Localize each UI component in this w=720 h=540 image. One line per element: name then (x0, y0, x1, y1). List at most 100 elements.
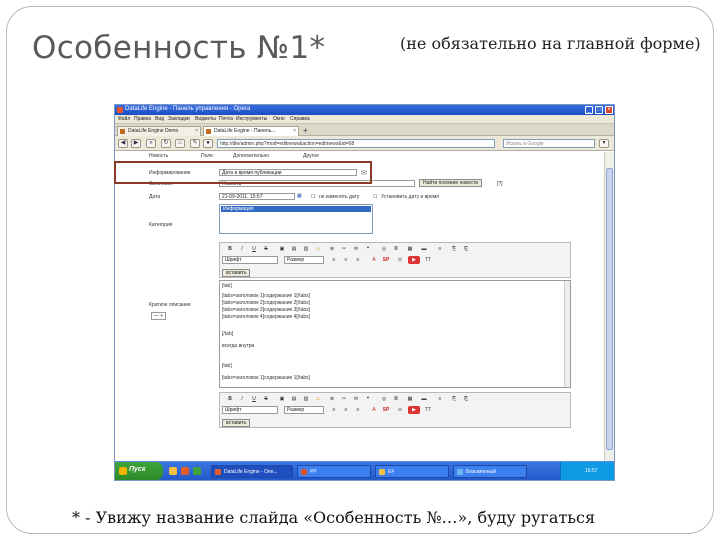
menu-view[interactable]: Вид (155, 116, 164, 122)
menu-mail[interactable]: Почта (219, 116, 233, 122)
set-date-checkbox[interactable]: ☐ (373, 194, 377, 200)
translit-icon[interactable]: ⎘ (450, 395, 458, 403)
date-input[interactable]: 21-09-2011, 15:57 (219, 193, 295, 200)
back-icon[interactable]: ◀ (118, 139, 128, 148)
maximize-icon[interactable]: □ (595, 106, 603, 114)
code-icon[interactable]: ≣ (392, 395, 400, 403)
link-icon[interactable]: ⊕ (328, 245, 336, 253)
menu-file[interactable]: Файл (118, 116, 130, 122)
hide-icon[interactable]: ▬ (420, 245, 428, 253)
align-center-icon[interactable]: ≡ (342, 256, 350, 264)
underline-icon[interactable]: U (250, 245, 258, 253)
font-select[interactable]: Шрифт (222, 256, 278, 264)
insert-button[interactable]: вставить (222, 269, 251, 277)
forward-icon[interactable]: ▶ (131, 139, 141, 148)
fast-forward-icon[interactable]: » (146, 139, 156, 148)
youtube-icon[interactable]: ▶ (408, 406, 420, 414)
start-button[interactable]: Пуск (115, 462, 163, 480)
typograf-icon[interactable]: TT (424, 256, 432, 264)
spoiler-icon[interactable]: ◎ (380, 245, 388, 253)
menu-widgets[interactable]: Виджеты (195, 116, 216, 122)
code-icon[interactable]: ≣ (392, 245, 400, 253)
menu-edit[interactable]: Правка (134, 116, 151, 122)
tab-dle-admin[interactable]: DataLife Engine - Панель... × (203, 126, 299, 136)
find-similar-button[interactable]: Найти похожие новости (419, 179, 483, 187)
tab-dle-demo[interactable]: DataLife Engine Demo × (117, 126, 201, 136)
email-icon[interactable]: ✉ (352, 245, 360, 253)
color-icon[interactable]: A (370, 406, 378, 414)
scrollbar-thumb[interactable] (606, 168, 613, 450)
taskbar-item-pp[interactable]: PP (297, 465, 371, 478)
italic-icon[interactable]: I (238, 395, 246, 403)
list-icon[interactable]: ≡ (436, 395, 444, 403)
tab-close-icon[interactable]: × (293, 128, 296, 134)
smiley-icon[interactable]: ☺ (314, 245, 322, 253)
tray-clock[interactable]: 15:57 (585, 468, 598, 474)
menu-tools[interactable]: Инструменты (236, 116, 267, 122)
strike-icon[interactable]: S (262, 395, 270, 403)
date-picker-icon[interactable]: ▦ (297, 193, 302, 199)
quicklaunch-icon[interactable] (193, 467, 201, 475)
underline-icon[interactable]: U (250, 395, 258, 403)
taskbar-item-ef[interactable]: EF (375, 465, 449, 478)
size-select[interactable]: Размер (284, 406, 324, 414)
sub-tab-field[interactable]: Поле (201, 153, 213, 159)
page-break-icon[interactable]: ⎗ (462, 245, 470, 253)
sub-tab-other[interactable]: Другое (303, 153, 319, 159)
color-icon[interactable]: A (370, 256, 378, 264)
bold-icon[interactable]: B (226, 245, 234, 253)
spoiler-icon[interactable]: ◎ (380, 395, 388, 403)
video-icon[interactable]: ▥ (302, 245, 310, 253)
list-icon[interactable]: ≡ (436, 245, 444, 253)
new-tab-icon[interactable]: + (303, 126, 308, 135)
category-list[interactable]: Информация (219, 204, 373, 234)
minimize-icon[interactable]: _ (585, 106, 593, 114)
spellcheck-icon[interactable]: SP (382, 256, 390, 264)
help-icon[interactable]: [?] (497, 181, 503, 187)
spellcheck-icon[interactable]: SP (382, 406, 390, 414)
dropdown-icon[interactable]: ▾ (599, 139, 609, 148)
menu-bookmarks[interactable]: Закладки (168, 116, 190, 122)
bold-icon[interactable]: B (226, 395, 234, 403)
quicklaunch-icon[interactable] (181, 467, 189, 475)
sub-tab-news[interactable]: Новость (149, 153, 168, 159)
page-scrollbar[interactable] (604, 152, 614, 463)
align-right-icon[interactable]: ≡ (354, 256, 362, 264)
unlink-icon[interactable]: ✂ (340, 245, 348, 253)
quote-icon[interactable]: ❝ (364, 395, 372, 403)
page-break-icon[interactable]: ⎗ (462, 395, 470, 403)
quicklaunch-icon[interactable] (169, 467, 177, 475)
home-icon[interactable]: ⌂ (175, 139, 185, 148)
target-icon[interactable]: ⊙ (396, 256, 404, 264)
link-icon[interactable]: ⊕ (328, 395, 336, 403)
keep-date-checkbox[interactable]: ☐ (311, 194, 315, 200)
align-left-icon[interactable]: ≡ (330, 406, 338, 414)
search-input[interactable]: Искать в Google (503, 139, 595, 148)
italic-icon[interactable]: I (238, 245, 246, 253)
tab-close-icon[interactable]: × (195, 128, 198, 134)
close-icon[interactable]: × (605, 106, 613, 114)
align-right-icon[interactable]: ≡ (354, 406, 362, 414)
strike-icon[interactable]: S (262, 245, 270, 253)
reload-icon[interactable]: ↻ (161, 139, 171, 148)
video-icon[interactable]: ▥ (302, 395, 310, 403)
taskbar-item-opera[interactable]: DataLife Engine - Опе... (211, 465, 293, 478)
category-option[interactable]: Информация (221, 206, 371, 212)
media-icon[interactable]: ▤ (290, 395, 298, 403)
textarea-scrollbar[interactable] (564, 281, 570, 387)
translit-icon[interactable]: ⎘ (450, 245, 458, 253)
youtube-icon[interactable]: ▶ (408, 256, 420, 264)
font-select[interactable]: Шрифт (222, 406, 278, 414)
hide-icon[interactable]: ▬ (420, 395, 428, 403)
quote-icon[interactable]: ❝ (364, 245, 372, 253)
target-icon[interactable]: ⊙ (396, 406, 404, 414)
image-icon[interactable]: ▣ (278, 395, 286, 403)
smiley-icon[interactable]: ☺ (314, 395, 322, 403)
size-stepper[interactable]: — + (151, 312, 167, 320)
media-icon[interactable]: ▤ (290, 245, 298, 253)
wand-icon[interactable]: ✎ (190, 139, 200, 148)
size-select[interactable]: Размер (284, 256, 324, 264)
table-icon[interactable]: ▦ (406, 245, 414, 253)
table-icon[interactable]: ▦ (406, 395, 414, 403)
address-bar[interactable]: http://dle/admin.php?mod=editnews&action… (217, 139, 495, 148)
